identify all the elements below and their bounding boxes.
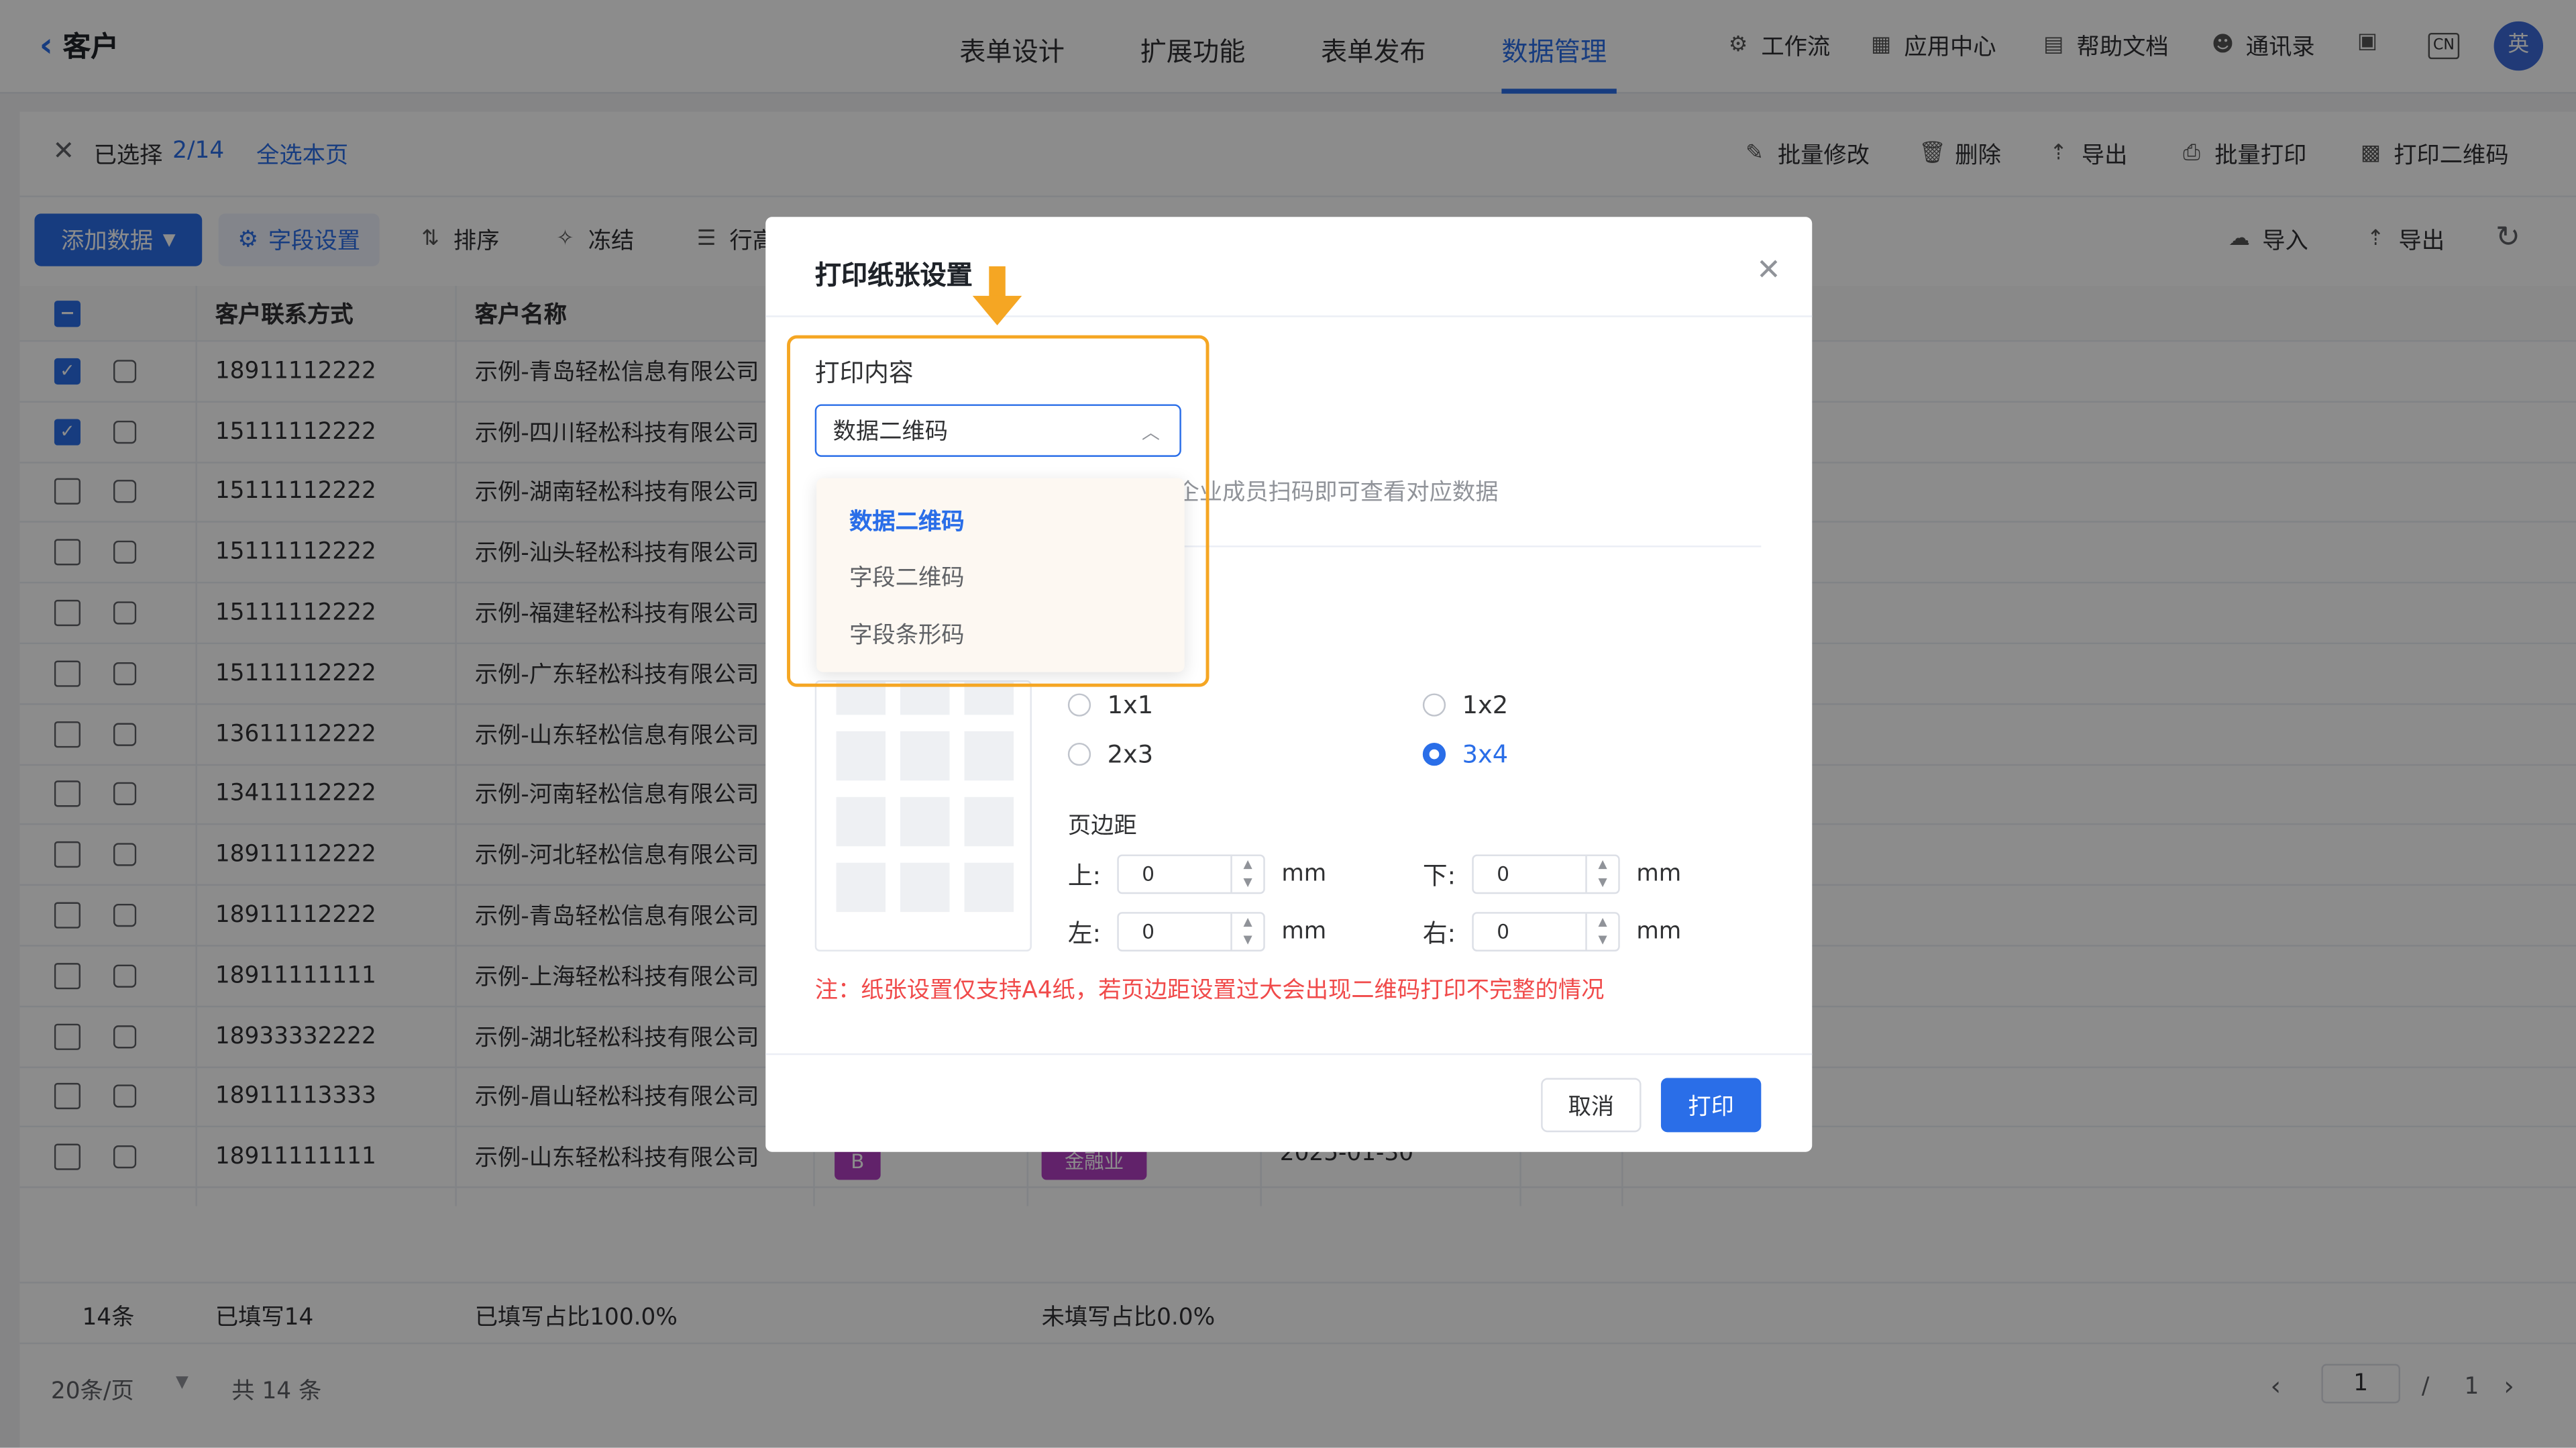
highlight-arrow-icon [972, 266, 1022, 325]
close-icon[interactable]: ✕ [1756, 253, 1781, 287]
margin-right-value: 0 [1497, 920, 1509, 943]
margin-bottom-unit: mm [1636, 861, 1682, 888]
radio-1x1[interactable] [1067, 693, 1091, 717]
qrcode-hint: 企业成员扫码即可查看对应数据 [1176, 480, 1499, 507]
qr-placeholder [900, 796, 950, 847]
margin-right-label: 右: [1422, 917, 1456, 947]
margin-left-input[interactable]: 0 ▲ ▼ [1117, 912, 1265, 951]
layout-label-1x2: 1x2 [1462, 690, 1509, 720]
cancel-button[interactable]: 取消 [1541, 1078, 1642, 1133]
margin-top-label: 上: [1067, 860, 1101, 890]
layout-label-1x1: 1x1 [1107, 690, 1154, 720]
layout-option-2x3[interactable]: 2x3 [1067, 739, 1154, 770]
layout-option-3x4[interactable]: 3x4 [1422, 739, 1509, 770]
highlight-frame [787, 335, 1210, 687]
margin-right-input[interactable]: 0 ▲ ▼ [1472, 912, 1620, 951]
stepper-icon[interactable]: ▲ ▼ [1585, 856, 1618, 892]
margin-top-input[interactable]: 0 ▲ ▼ [1117, 854, 1265, 894]
margin-left-unit: mm [1281, 918, 1327, 945]
margin-bottom-value: 0 [1497, 862, 1509, 886]
print-button[interactable]: 打印 [1660, 1078, 1762, 1133]
qr-placeholder [964, 862, 1014, 913]
margin-top-value: 0 [1142, 862, 1155, 886]
paper-note: 注：纸张设置仅支持A4纸，若页边距设置过大会出现二维码打印不完整的情况 [814, 978, 1605, 1004]
layout-preview [814, 680, 1032, 951]
margin-label: 页边距 [1067, 813, 1137, 840]
stepper-icon[interactable]: ▲ ▼ [1230, 856, 1263, 892]
radio-1x2[interactable] [1422, 693, 1446, 717]
margin-top-unit: mm [1281, 861, 1327, 888]
qr-placeholder [964, 731, 1014, 781]
stepper-icon[interactable]: ▲ ▼ [1585, 913, 1618, 950]
radio-2x3[interactable] [1067, 742, 1091, 766]
margin-bottom-row: 下: 0 ▲ ▼ mm [1423, 854, 1681, 894]
layout-label-3x4: 3x4 [1462, 739, 1509, 770]
section-divider [1176, 546, 1762, 548]
margin-left-label: 左: [1067, 917, 1101, 947]
modal-divider [765, 315, 1813, 317]
qr-placeholder [900, 862, 950, 913]
radio-3x4[interactable] [1422, 742, 1446, 766]
print-settings-modal: 打印纸张设置 ✕ 打印内容 数据二维码 ︿ 企业成员扫码即可查看对应数据 1x1… [765, 217, 1813, 1152]
margin-top-row: 上: 0 ▲ ▼ mm [1068, 854, 1326, 894]
layout-option-1x2[interactable]: 1x2 [1422, 690, 1509, 720]
qr-placeholder [964, 796, 1014, 847]
modal-title: 打印纸张设置 [814, 259, 973, 291]
margin-bottom-label: 下: [1422, 860, 1456, 890]
stepper-icon[interactable]: ▲ ▼ [1230, 913, 1263, 950]
margin-right-row: 右: 0 ▲ ▼ mm [1423, 912, 1681, 951]
qr-placeholder [836, 862, 886, 913]
margin-right-unit: mm [1636, 918, 1682, 945]
qr-placeholder [836, 731, 886, 781]
footer-divider [765, 1053, 1813, 1055]
app-root: ‹ 客户 表单设计 扩展功能 表单发布 数据管理 ⚙ 工作流 ▦ 应用中心 ▤ … [0, 0, 2576, 1448]
layout-option-1x1[interactable]: 1x1 [1067, 690, 1154, 720]
margin-bottom-input[interactable]: 0 ▲ ▼ [1472, 854, 1620, 894]
qr-placeholder [836, 796, 886, 847]
layout-label-2x3: 2x3 [1107, 739, 1154, 770]
margin-left-row: 左: 0 ▲ ▼ mm [1068, 912, 1326, 951]
margin-left-value: 0 [1142, 920, 1155, 943]
qr-placeholder [900, 731, 950, 781]
